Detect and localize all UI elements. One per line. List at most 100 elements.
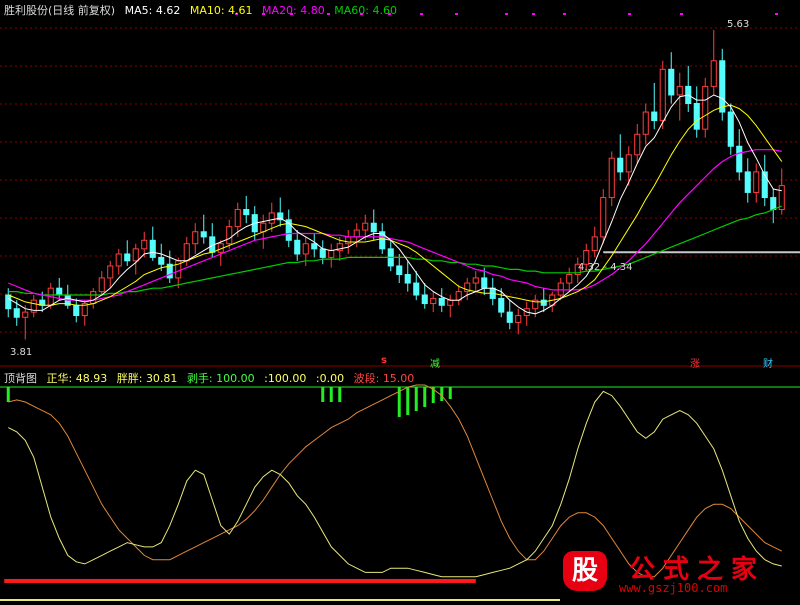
signal-s: s: [381, 355, 387, 366]
low-price-label: 3.81: [10, 347, 33, 358]
ma5-label: MA5:: [124, 4, 153, 17]
ma60-label: MA60:: [334, 4, 369, 17]
red-band: [4, 578, 476, 583]
candle-down: [744, 171, 751, 193]
candle-down: [770, 197, 777, 211]
candle-down: [506, 311, 513, 323]
high-price-label: 5.63: [727, 19, 750, 30]
candle-up: [234, 209, 241, 228]
indicator-name: 顶背图: [4, 372, 37, 385]
candle-up: [702, 85, 709, 130]
green-bar: [406, 387, 410, 415]
candle-up: [362, 222, 369, 231]
candle-down: [158, 256, 165, 265]
candle-down: [693, 103, 700, 130]
candle-down: [5, 294, 12, 310]
candle-up: [557, 282, 564, 296]
candle-down: [13, 308, 20, 318]
candle-down: [149, 239, 156, 258]
green-bar: [6, 387, 10, 402]
candle-down: [540, 299, 547, 306]
candle-up: [22, 311, 29, 318]
candle-up: [515, 315, 522, 323]
indicator-line-b: [8, 384, 783, 578]
gszj-logo: 股 公式之家 www.gszj100.com: [559, 549, 794, 599]
candle-up: [778, 185, 785, 211]
candle-up: [268, 212, 275, 224]
boduan-label: 波段:: [353, 372, 380, 385]
candle-up: [710, 60, 717, 87]
candle-up: [226, 226, 233, 245]
green-bar: [423, 387, 427, 407]
candle-up: [625, 154, 632, 173]
candle-down: [413, 282, 420, 296]
v2-value: 0.00: [319, 372, 345, 385]
ma60-value: 4.60: [372, 4, 397, 17]
candle-up: [566, 274, 573, 284]
ma20-line: [8, 149, 782, 301]
candle-up: [132, 248, 139, 262]
candle-down: [421, 294, 428, 305]
candle-down: [668, 68, 675, 96]
candle-down: [617, 157, 624, 173]
ma20-value: 4.80: [300, 4, 325, 17]
candle-down: [294, 239, 301, 255]
candle-down: [498, 297, 505, 313]
candle-up: [447, 299, 454, 306]
candle-up: [353, 229, 360, 238]
candle-down: [727, 111, 734, 147]
candle-up: [591, 236, 598, 252]
baoshou-label: 剥手:: [186, 372, 213, 385]
candle-down: [396, 265, 403, 276]
zhenghua-label: 正华:: [46, 372, 73, 385]
signal-cai: 财: [763, 359, 773, 370]
support-range-label: 4.32 - 4.34: [578, 262, 633, 273]
ma10-label: MA10:: [189, 4, 225, 17]
candle-up: [107, 265, 114, 279]
candle-up: [472, 277, 479, 284]
ma10-value: 4.61: [228, 4, 253, 17]
price-header: 胜利股份(日线 前复权) MA5: 4.62 MA10: 4.61 MA20: …: [4, 2, 403, 18]
candle-down: [243, 209, 250, 216]
green-bar: [440, 387, 444, 401]
candle-up: [90, 291, 97, 305]
candle-up: [328, 250, 335, 258]
candle-down: [736, 145, 743, 173]
candle-down: [719, 60, 726, 113]
candle-up: [345, 236, 352, 245]
candle-up: [659, 68, 666, 122]
candle-up: [634, 133, 641, 156]
candle-up: [192, 231, 199, 245]
candle-down: [56, 287, 63, 296]
candle-up: [642, 111, 649, 135]
candle-down: [481, 277, 488, 289]
candle-down: [404, 274, 411, 284]
stock-title: 胜利股份(日线 前复权): [4, 4, 116, 17]
candle-down: [438, 297, 445, 306]
candle-up: [600, 197, 607, 238]
candle-up: [302, 243, 309, 255]
indicator-header: 顶背图 正华: 48.93 胖胖: 30.81 剥手: 100.00 :100.…: [4, 370, 420, 386]
candle-down: [200, 231, 207, 238]
candle-down: [370, 222, 377, 233]
candle-up: [676, 85, 683, 96]
candle-up: [430, 297, 437, 305]
green-bar: [338, 387, 342, 402]
candle-down: [651, 111, 658, 122]
baoshou-value: 100.00: [216, 372, 255, 385]
pangpang-label: 胖胖:: [116, 372, 143, 385]
candle-up: [260, 222, 267, 233]
candle-down: [124, 253, 131, 262]
green-bar: [414, 387, 418, 411]
candle-up: [141, 239, 148, 250]
pangpang-value: 30.81: [145, 372, 178, 385]
candle-up: [98, 277, 105, 293]
stock-chart[interactable]: [0, 0, 800, 605]
ma5-line: [8, 94, 782, 315]
zhenghua-value: 48.93: [75, 372, 108, 385]
pig-logo-icon: 股: [563, 551, 607, 591]
candle-up: [753, 171, 760, 193]
candle-down: [311, 243, 318, 250]
ma10-line: [8, 104, 783, 306]
ma5-value: 4.62: [155, 4, 181, 17]
